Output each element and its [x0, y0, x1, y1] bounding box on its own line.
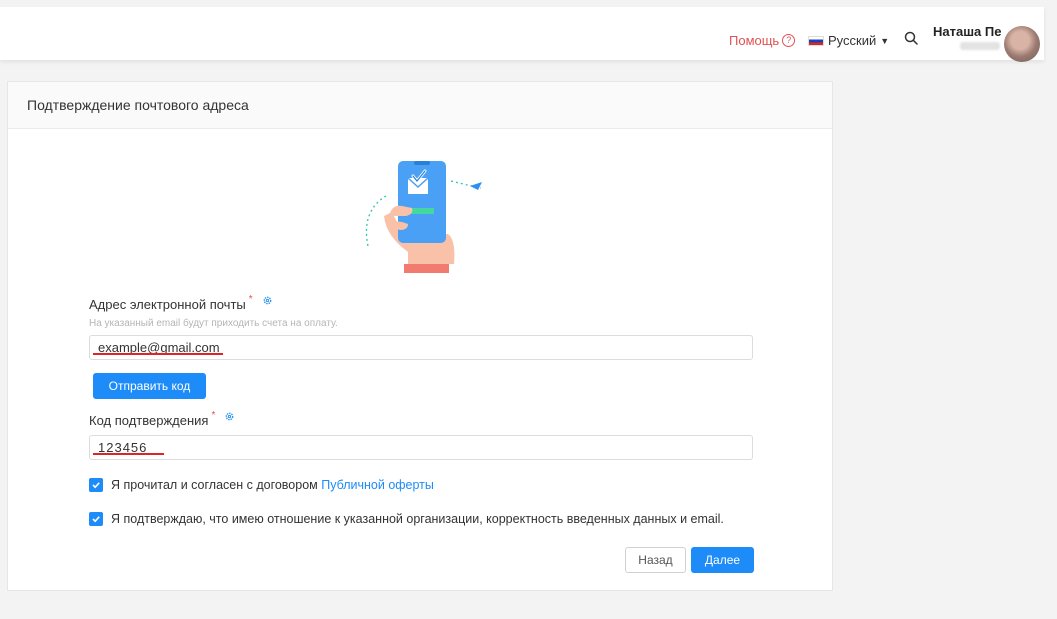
- agree-offer-text: Я прочитал и согласен с договором: [111, 478, 318, 492]
- avatar[interactable]: [1004, 26, 1040, 62]
- search-icon[interactable]: [904, 31, 918, 45]
- gear-icon[interactable]: [224, 411, 235, 422]
- question-circle-icon: ?: [782, 34, 796, 47]
- phone-in-hand-illustration: [365, 161, 482, 273]
- russia-flag-icon: [808, 35, 824, 46]
- agree-offer-checkbox[interactable]: [89, 478, 103, 492]
- code-input[interactable]: 123456: [89, 435, 753, 460]
- top-bar: Помощь ? Русский ▼ Наташа Пе: [0, 7, 1044, 62]
- next-button[interactable]: Далее: [691, 547, 754, 573]
- required-mark: *: [248, 294, 253, 305]
- send-code-button[interactable]: Отправить код: [93, 373, 206, 399]
- check-icon: [92, 516, 100, 523]
- code-label-row: Код подтверждения *: [89, 410, 235, 428]
- language-selector[interactable]: Русский ▼: [808, 33, 889, 48]
- code-label: Код подтверждения: [89, 413, 209, 428]
- help-link[interactable]: Помощь ?: [729, 33, 796, 48]
- agree-confirm-text: Я подтверждаю, что имею отношение к указ…: [111, 512, 724, 526]
- email-input[interactable]: example@gmail.com: [89, 335, 753, 360]
- required-mark: *: [211, 410, 216, 421]
- check-icon: [92, 482, 100, 489]
- back-button[interactable]: Назад: [625, 547, 686, 573]
- email-confirmation-card: Подтверждение почтового адреса Адрес эле…: [7, 81, 833, 591]
- email-hint: На указанный email будут приходить счета…: [89, 318, 338, 329]
- agree-confirm-checkbox[interactable]: [89, 512, 103, 526]
- user-subtitle-blurred: [960, 42, 1000, 50]
- annotation-underline: [93, 453, 164, 455]
- gear-icon[interactable]: [262, 295, 273, 306]
- agree-confirm-row: Я подтверждаю, что имею отношение к указ…: [89, 512, 724, 526]
- help-label: Помощь: [729, 33, 780, 48]
- public-offer-link[interactable]: Публичной оферты: [321, 478, 434, 492]
- email-label: Адрес электронной почты: [89, 297, 246, 312]
- caret-down-icon: ▼: [880, 35, 890, 46]
- agree-offer-row: Я прочитал и согласен с договором Публич…: [89, 478, 434, 492]
- user-name[interactable]: Наташа Пе: [933, 24, 1001, 39]
- language-label: Русский: [828, 33, 877, 48]
- card-title: Подтверждение почтового адреса: [8, 82, 832, 129]
- annotation-underline: [93, 353, 223, 355]
- email-label-row: Адрес электронной почты *: [89, 294, 273, 312]
